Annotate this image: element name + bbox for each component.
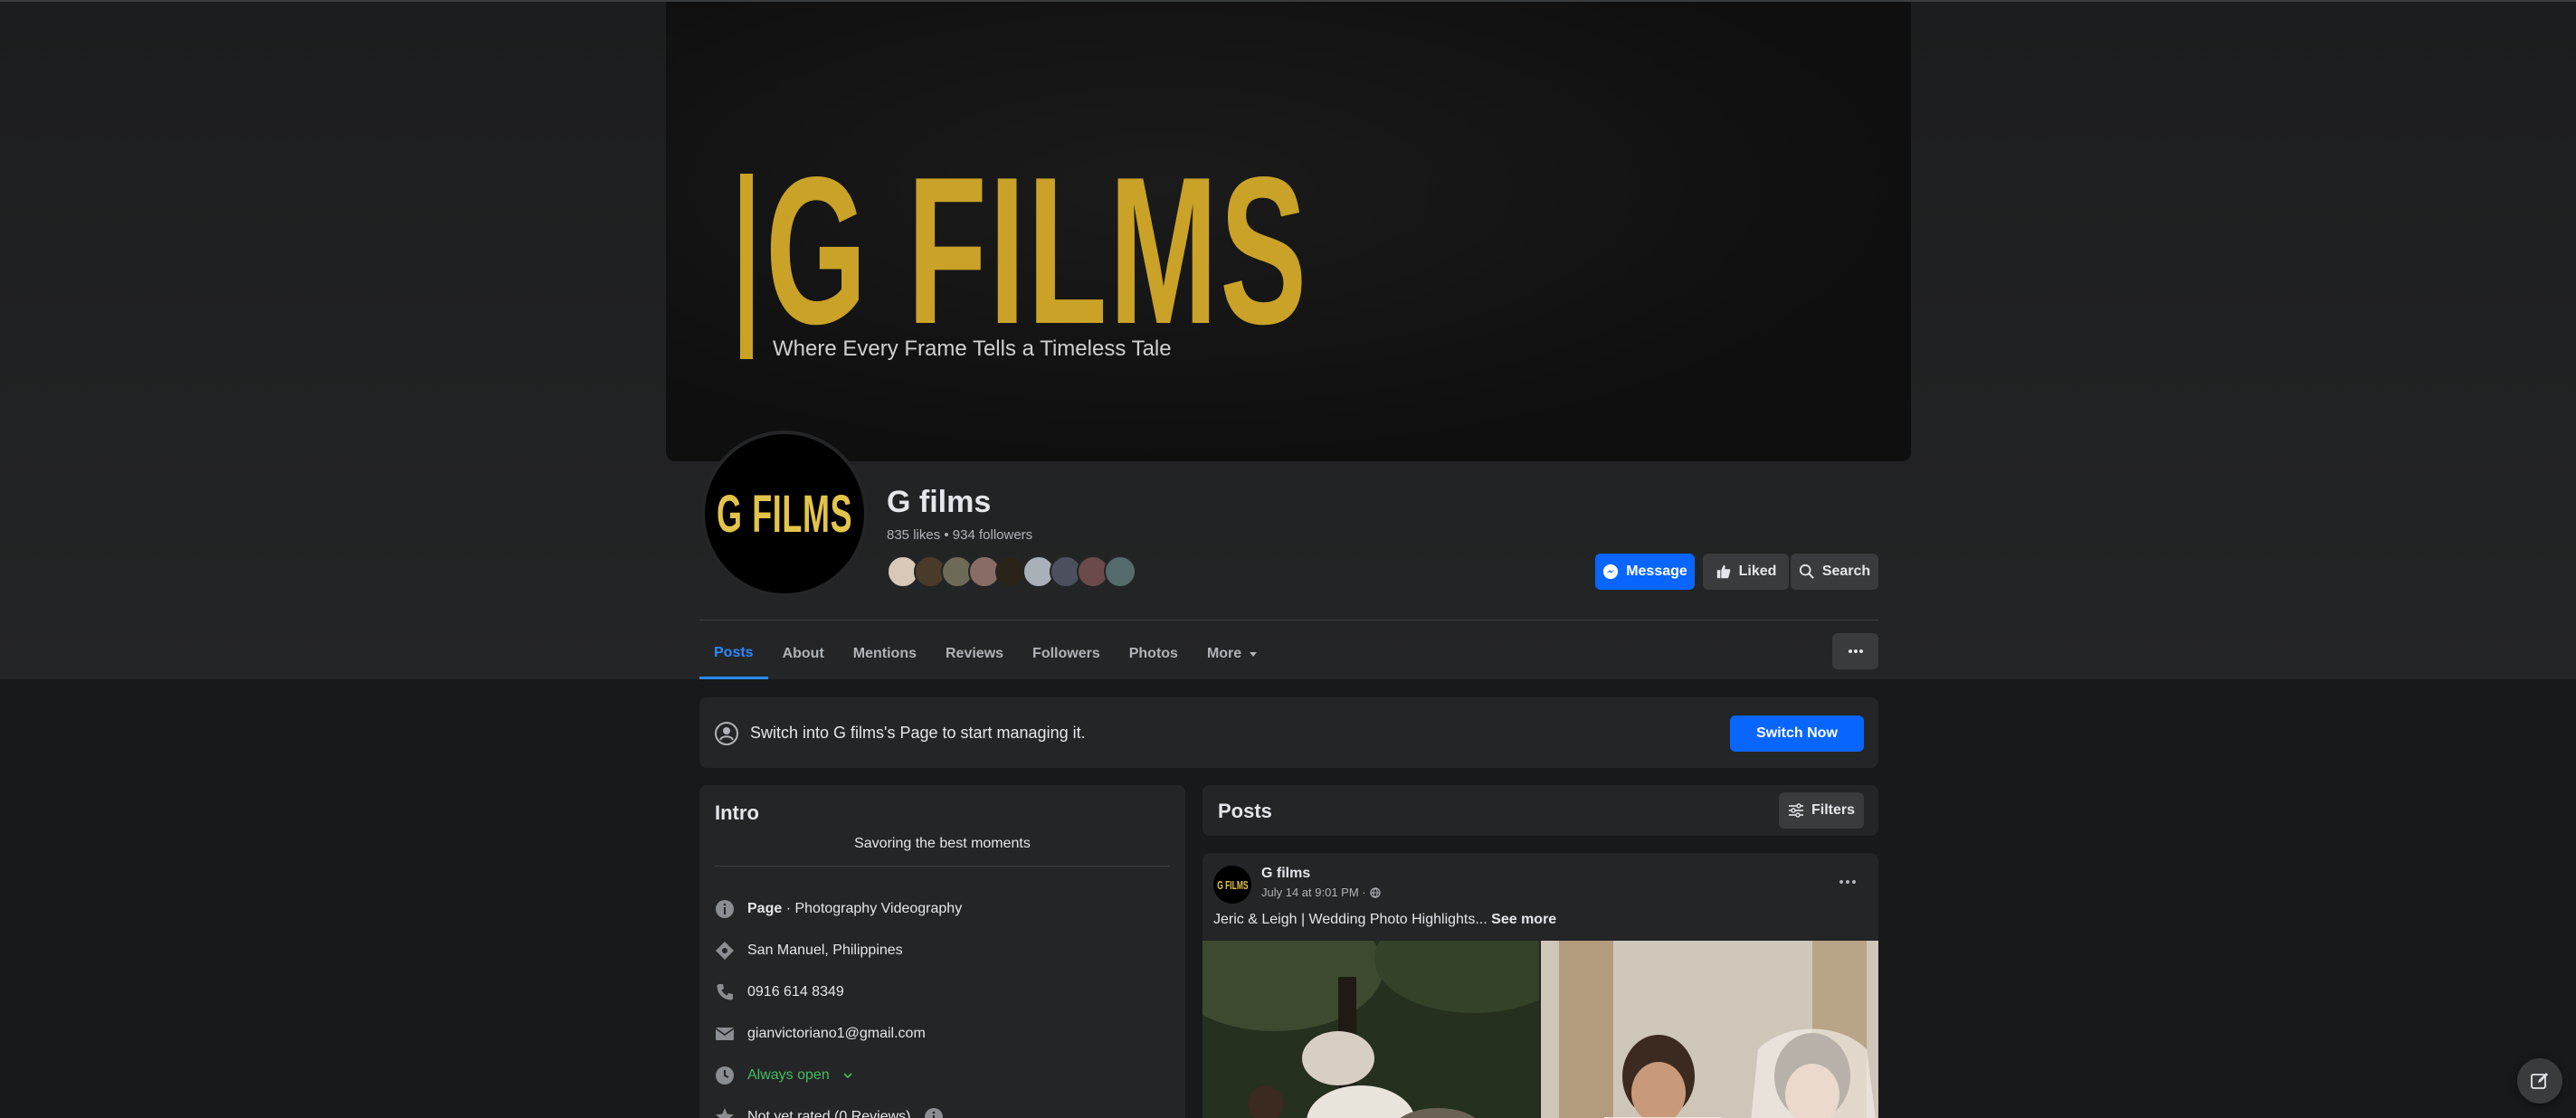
page-stats[interactable]: 835 likes • 934 followers — [887, 527, 1032, 543]
intro-card: Intro Savoring the best moments Page · P… — [699, 785, 1185, 1118]
chevron-down-icon — [843, 1073, 852, 1079]
post-photo[interactable] — [1202, 941, 1539, 1118]
switch-profile-banner: Switch into G films's Page to start mana… — [699, 697, 1878, 768]
post-options-button[interactable] — [1832, 873, 1863, 891]
info-icon — [716, 900, 734, 918]
intro-bio: Savoring the best moments — [854, 836, 1031, 851]
new-message-button[interactable] — [2517, 1058, 2562, 1104]
post-author-avatar[interactable]: G FILMS — [1213, 866, 1251, 904]
tab-mentions[interactable]: Mentions — [839, 629, 931, 679]
switch-now-button[interactable]: Switch Now — [1730, 715, 1864, 752]
globe-icon — [1370, 886, 1381, 898]
posts-header: Posts Filters — [1202, 785, 1878, 836]
ellipsis-icon — [1848, 649, 1863, 653]
search-button[interactable]: Search — [1791, 554, 1878, 590]
email-text[interactable]: gianvictoriano1@gmail.com — [747, 1026, 926, 1042]
intro-email: gianvictoriano1@gmail.com — [715, 1022, 926, 1046]
tab-label: Posts — [714, 644, 754, 660]
see-more-link[interactable]: See more — [1491, 912, 1556, 927]
filters-button[interactable]: Filters — [1779, 792, 1864, 829]
avatar-logo-text: G FILMS — [716, 484, 853, 544]
tab-label: Reviews — [946, 646, 1004, 661]
search-icon — [1799, 564, 1814, 579]
post-author[interactable]: G films — [1261, 866, 1310, 882]
tab-label: More — [1206, 646, 1242, 661]
follower-avatar[interactable] — [1104, 555, 1136, 588]
message-label: Message — [1626, 564, 1687, 579]
post-text: Jeric & Leigh | Wedding Photo Highlights… — [1213, 912, 1556, 928]
cover-tagline: Where Every Frame Tells a Timeless Tale — [773, 336, 1172, 361]
filters-label: Filters — [1811, 802, 1855, 818]
phone-text: 0916 614 8349 — [747, 984, 844, 1000]
mail-icon — [715, 1028, 735, 1040]
wedding-photo-image — [1541, 941, 1878, 1118]
page-title: G films — [887, 485, 992, 519]
location-text[interactable]: San Manuel, Philippines — [747, 943, 903, 959]
filters-icon — [1788, 803, 1803, 818]
tab-posts[interactable]: Posts — [699, 629, 768, 679]
edit-icon — [2531, 1073, 2548, 1089]
profile-switch-icon — [715, 722, 738, 745]
tab-label: Mentions — [852, 646, 917, 661]
intro-phone: 0916 614 8349 — [715, 981, 844, 1004]
thumbs-up-icon — [1716, 564, 1730, 579]
caret-down-icon — [1250, 652, 1258, 657]
cover-logo-bar — [740, 174, 753, 359]
info-icon[interactable] — [924, 1107, 944, 1118]
clock-icon — [716, 1066, 734, 1085]
tab-about[interactable]: About — [768, 629, 839, 679]
post-card: G FILMS G films July 14 at 9:01 PM · Jer… — [1202, 853, 1878, 1118]
intro-hours[interactable]: Always open — [715, 1064, 853, 1087]
intro-rating: Not yet rated (0 Reviews) — [715, 1105, 944, 1118]
tab-label: Photos — [1128, 646, 1178, 661]
intro-location: San Manuel, Philippines — [715, 939, 903, 962]
page-options-button[interactable] — [1832, 633, 1878, 669]
post-timestamp[interactable]: July 14 at 9:01 PM · — [1261, 886, 1366, 899]
tab-label: Followers — [1032, 646, 1100, 661]
cover-photo[interactable]: G FILMS Where Every Frame Tells a Timele… — [666, 2, 1911, 461]
message-button[interactable]: Message — [1595, 554, 1695, 590]
page-tabs: Posts About Mentions Reviews Followers P… — [699, 629, 1272, 679]
tab-more[interactable]: More — [1193, 629, 1272, 679]
intro-title: Intro — [715, 801, 759, 824]
ellipsis-icon — [1839, 880, 1856, 884]
search-label: Search — [1821, 564, 1871, 579]
post-photo[interactable] — [1541, 941, 1878, 1118]
tab-followers[interactable]: Followers — [1018, 629, 1115, 679]
liked-label: Liked — [1738, 564, 1777, 579]
intro-category: Page · Photography Videography — [715, 897, 962, 921]
tab-photos[interactable]: Photos — [1115, 629, 1193, 679]
hours-text: Always open — [747, 1067, 830, 1083]
tab-label: About — [782, 646, 824, 661]
header-divider — [699, 620, 1878, 621]
switch-profile-text: Switch into G films's Page to start mana… — [750, 724, 1086, 742]
cover-logo-text: G FILMS — [765, 134, 1309, 368]
star-icon — [716, 1108, 734, 1118]
posts-title: Posts — [1218, 800, 1272, 822]
liked-button[interactable]: Liked — [1703, 554, 1789, 590]
category-text: · Photography Videography — [782, 901, 963, 916]
post-avatar-text: G FILMS — [1216, 877, 1249, 892]
follower-avatars[interactable] — [887, 555, 1136, 590]
profile-avatar[interactable]: G FILMS — [701, 431, 868, 597]
messenger-icon — [1603, 564, 1619, 580]
phone-icon — [717, 984, 733, 1000]
tab-reviews[interactable]: Reviews — [931, 629, 1018, 679]
tag-icon — [716, 942, 734, 960]
rating-text: Not yet rated (0 Reviews) — [747, 1109, 911, 1118]
category-type: Page — [747, 901, 783, 916]
wedding-photo-image — [1202, 941, 1539, 1118]
post-meta: July 14 at 9:01 PM · — [1261, 886, 1381, 899]
intro-divider — [715, 866, 1170, 867]
post-caption: Jeric & Leigh | Wedding Photo Highlights… — [1213, 912, 1488, 927]
